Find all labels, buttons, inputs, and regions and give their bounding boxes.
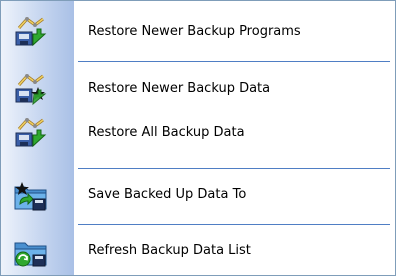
restore-all-icon bbox=[13, 116, 49, 152]
save-folder-icon bbox=[13, 178, 49, 214]
menu-item-label: Refresh Backup Data List bbox=[88, 243, 251, 258]
menu-separator bbox=[78, 61, 390, 62]
menu-item-label: Save Backed Up Data To bbox=[88, 187, 247, 202]
menu-separator bbox=[78, 168, 390, 169]
menu-item-label: Restore Newer Backup Data bbox=[88, 81, 271, 96]
menu-item-save-backed-up-data[interactable]: Save Backed Up Data To bbox=[1, 172, 395, 218]
menu-item-restore-newer-programs[interactable]: Restore Newer Backup Programs bbox=[1, 9, 395, 55]
restore-data-icon bbox=[13, 72, 49, 108]
menu-item-restore-all-data[interactable]: Restore All Backup Data bbox=[1, 110, 395, 156]
menu-item-restore-newer-data[interactable]: Restore Newer Backup Data bbox=[1, 66, 395, 112]
restore-programs-icon bbox=[13, 15, 49, 51]
refresh-folder-icon bbox=[13, 234, 49, 270]
backup-context-menu: Restore Newer Backup Programs Restore Ne… bbox=[0, 0, 396, 276]
menu-item-label: Restore All Backup Data bbox=[88, 125, 245, 140]
menu-item-label: Restore Newer Backup Programs bbox=[88, 24, 301, 39]
menu-item-refresh-backup-list[interactable]: Refresh Backup Data List bbox=[1, 228, 395, 274]
menu-separator bbox=[78, 224, 390, 225]
